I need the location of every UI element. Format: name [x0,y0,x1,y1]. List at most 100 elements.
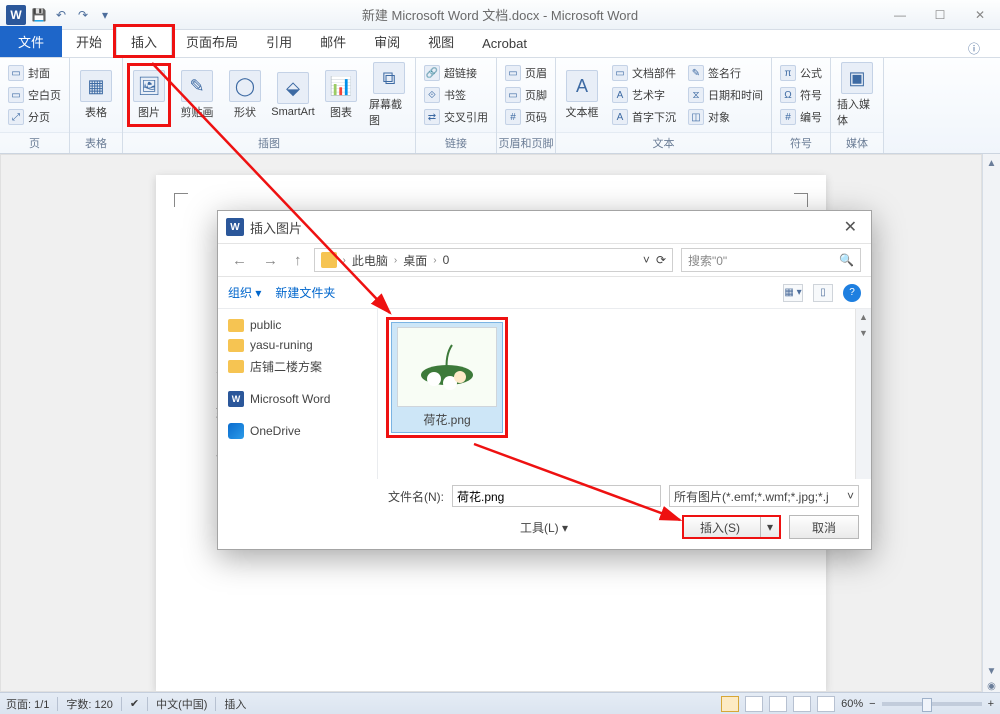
tab-review[interactable]: 审阅 [360,26,414,57]
tab-file[interactable]: 文件 [0,26,62,57]
close-button[interactable]: ✕ [960,0,1000,30]
insert-button[interactable]: 插入(S) ▾ [682,515,781,539]
scroll-down-icon[interactable]: ▼ [856,325,871,341]
tab-layout[interactable]: 页面布局 [172,26,252,57]
minimize-button[interactable]: — [880,0,920,30]
crossref-button[interactable]: ⇄交叉引用 [420,107,492,127]
group-label: 媒体 [831,132,883,153]
search-field[interactable]: 搜索"0" 🔍 [681,248,861,272]
pagenum-button[interactable]: #页码 [501,107,551,127]
textbox-button[interactable]: A文本框 [560,66,604,124]
proofing-icon[interactable]: ✔ [130,697,139,710]
object-button[interactable]: ◫对象 [684,107,767,127]
vertical-scrollbar[interactable]: ▲ ▼ ◉ [982,154,1000,692]
tab-insert[interactable]: 插入 [116,25,172,58]
scroll-thumb[interactable] [986,173,998,662]
cancel-button[interactable]: 取消 [789,515,859,539]
shapes-button[interactable]: ◯形状 [223,66,267,124]
redo-icon[interactable]: ↷ [74,6,92,24]
new-folder-button[interactable]: 新建文件夹 [275,284,335,301]
chevron-down-icon[interactable]: ˅ [643,253,650,267]
status-language[interactable]: 中文(中国) [156,696,207,712]
wordart-button[interactable]: A艺术字 [608,85,680,105]
view-outline-icon[interactable] [793,696,811,712]
view-draft-icon[interactable] [817,696,835,712]
chevron-down-icon[interactable]: ▾ [760,517,779,537]
tree-node[interactable]: WMicrosoft Word [222,388,373,410]
sigline-button[interactable]: ✎签名行 [684,63,767,83]
number-button[interactable]: #编号 [776,107,826,127]
help-icon[interactable]: ⓘ [948,40,1000,57]
filename-input[interactable] [452,485,661,507]
chart-button[interactable]: 📊图表 [319,66,363,124]
zoom-out-icon[interactable]: − [869,698,875,710]
status-mode[interactable]: 插入 [224,696,246,712]
view-print-icon[interactable] [721,696,739,712]
dropcap-button[interactable]: A首字下沉 [608,107,680,127]
filename-label: 文件名(N): [388,488,444,505]
save-icon[interactable]: 💾 [30,6,48,24]
scroll-up-icon[interactable]: ▲ [856,309,871,325]
tools-menu[interactable]: 工具(L) ▾ [520,519,568,536]
nav-up-icon[interactable]: ↑ [290,252,306,269]
equation-button[interactable]: π公式 [776,63,826,83]
status-wordcount[interactable]: 字数: 120 [66,696,112,712]
symbol-button[interactable]: Ω符号 [776,85,826,105]
path-segment[interactable]: 桌面 [403,252,427,269]
media-button[interactable]: ▣插入媒体 [835,58,879,132]
maximize-button[interactable]: ☐ [920,0,960,30]
tab-mailings[interactable]: 邮件 [306,26,360,57]
location-field[interactable]: › 此电脑 › 桌面 › 0 ˅ ⟳ [314,248,674,272]
quickparts-button[interactable]: ▭文档部件 [608,63,680,83]
tree-node[interactable]: 店铺二楼方案 [222,355,373,378]
tree-node[interactable]: OneDrive [222,420,373,442]
dialog-close-button[interactable]: ✕ [838,217,863,237]
path-segment[interactable]: 0 [443,253,450,267]
tab-references[interactable]: 引用 [252,26,306,57]
bookmark-button[interactable]: ⟐书签 [420,85,492,105]
view-options-icon[interactable]: ▦ ▾ [783,284,803,302]
header-button[interactable]: ▭页眉 [501,63,551,83]
tree-node[interactable]: yasu-runing [222,335,373,355]
refresh-icon[interactable]: ⟳ [656,253,666,267]
qat-more-icon[interactable]: ▾ [96,6,114,24]
table-button[interactable]: ▦表格 [74,66,118,124]
hyperlink-button[interactable]: 🔗超链接 [420,63,492,83]
zoom-slider[interactable] [882,702,982,706]
smartart-button[interactable]: ⬙SmartArt [271,68,315,122]
tab-home[interactable]: 开始 [62,26,116,57]
tab-acrobat[interactable]: Acrobat [468,30,541,57]
picture-button[interactable]: 🖼图片 [127,63,171,127]
organize-button[interactable]: 组织 ▾ [228,284,261,301]
tree-node[interactable]: public [222,315,373,335]
file-item[interactable]: 荷花.png [391,322,503,433]
cover-page-button[interactable]: ▭封面 [4,63,65,83]
footer-button[interactable]: ▭页脚 [501,85,551,105]
view-web-icon[interactable] [769,696,787,712]
status-page[interactable]: 页面: 1/1 [6,696,49,712]
search-icon[interactable]: 🔍 [839,253,854,267]
page-break-button[interactable]: ⤢分页 [4,107,65,127]
blank-page-button[interactable]: ▭空白页 [4,85,65,105]
undo-icon[interactable]: ↶ [52,6,70,24]
folder-icon [228,360,244,373]
file-scrollbar[interactable]: ▲ ▼ [855,309,871,479]
file-filter-combo[interactable]: 所有图片(*.emf;*.wmf;*.jpg;*.j ˅ [669,485,859,507]
scroll-up-icon[interactable]: ▲ [987,158,997,169]
screenshot-button[interactable]: ⧉屏幕截图 [367,58,411,132]
preview-pane-icon[interactable]: ▯ [813,284,833,302]
nav-forward-icon[interactable]: → [259,252,282,269]
datetime-button[interactable]: ⧖日期和时间 [684,85,767,105]
folder-tree[interactable]: public yasu-runing 店铺二楼方案 WMicrosoft Wor… [218,309,378,479]
status-zoom[interactable]: 60% [841,698,863,710]
tab-view[interactable]: 视图 [414,26,468,57]
help-icon[interactable]: ? [843,284,861,302]
view-read-icon[interactable] [745,696,763,712]
file-list[interactable]: 荷花.png ▲ ▼ [378,309,871,479]
browse-object-icon[interactable]: ◉ [987,681,996,692]
zoom-in-icon[interactable]: + [988,698,994,710]
clipart-button[interactable]: ✎剪贴画 [175,66,219,124]
scroll-down-icon[interactable]: ▼ [987,666,997,677]
nav-back-icon[interactable]: ← [228,252,251,269]
path-segment[interactable]: 此电脑 [352,252,388,269]
